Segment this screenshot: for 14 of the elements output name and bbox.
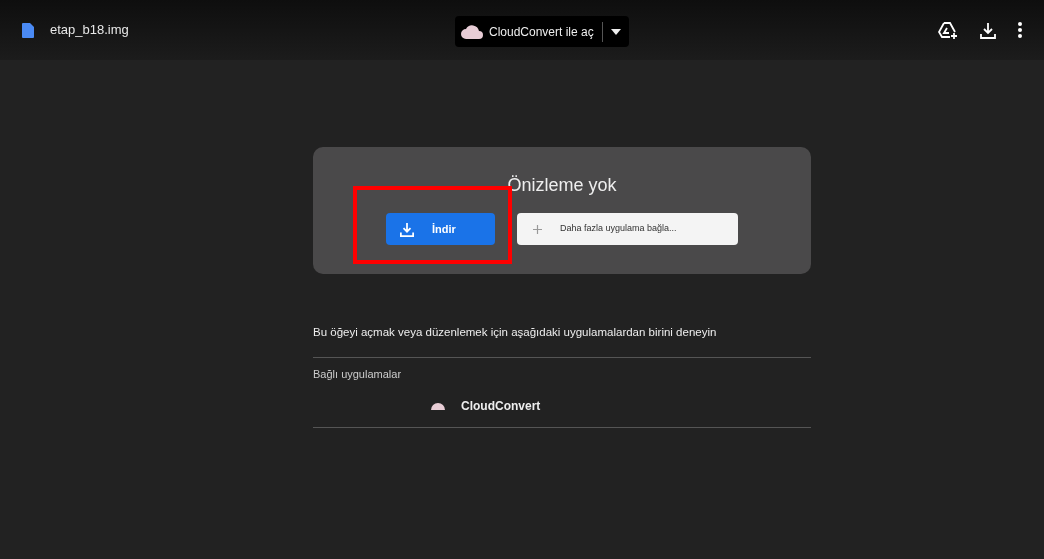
connect-apps-button[interactable]: Daha fazla uygulama bağla... [517,213,738,245]
download-icon [400,221,414,237]
app-item[interactable]: CloudConvert [431,396,825,415]
plus-icon [533,224,542,234]
hint-text: Bu öğeyi açmak veya düzenlemek için aşağıdaki uygulamalardan birini deneyin [313,325,718,340]
open-with-button[interactable]: CloudConvert ile aç [455,16,629,47]
more-options-icon[interactable] [1018,22,1022,38]
download-button[interactable]: İndir [386,213,495,245]
file-name: etap_b18.img [50,21,129,40]
preview-title: Önizleme yok [507,174,617,197]
connected-apps-heading: Bağlı uygulamalar [313,367,403,383]
download-icon[interactable] [980,21,996,39]
caret-icon [610,28,621,35]
file-icon [22,22,34,38]
